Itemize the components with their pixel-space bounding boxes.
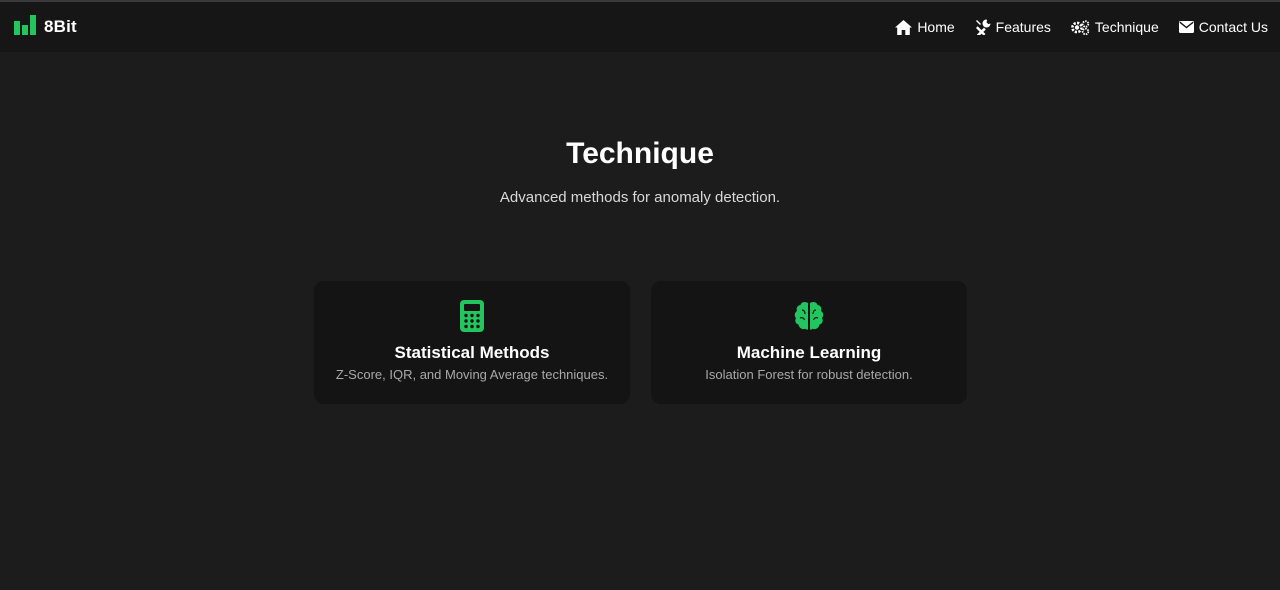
page-title: Technique — [566, 137, 714, 170]
page-subtitle: Advanced methods for anomaly detection. — [499, 189, 781, 206]
card-description: Z-Score, IQR, and Moving Average techniq… — [335, 367, 609, 382]
nav-link-technique[interactable]: Technique — [1071, 19, 1159, 35]
nav-link-label: Features — [995, 19, 1051, 35]
nav-link-features[interactable]: Features — [975, 19, 1051, 35]
nav-menu: Home Features Technique Contact Us — [895, 19, 1268, 35]
card-statistical-methods: Statistical Methods Z-Score, IQR, and Mo… — [314, 281, 630, 404]
nav-link-label: Home — [917, 19, 955, 35]
card-machine-learning: Machine Learning Isolation Forest for ro… — [651, 281, 967, 404]
brand-name: 8Bit — [44, 17, 77, 36]
card-title: Machine Learning — [736, 343, 882, 362]
brand-logo-link[interactable]: 8Bit — [14, 14, 77, 40]
nav-link-label: Contact Us — [1198, 19, 1268, 35]
tools-icon — [975, 19, 991, 35]
home-icon — [895, 19, 913, 35]
brain-icon — [793, 300, 825, 334]
bar-chart-icon — [14, 14, 36, 40]
card-description: Isolation Forest for robust detection. — [705, 367, 913, 382]
envelope-icon — [1178, 21, 1194, 33]
card-title: Statistical Methods — [394, 343, 550, 362]
nav-link-label: Technique — [1094, 19, 1159, 35]
nav-link-home[interactable]: Home — [895, 19, 955, 35]
nav-link-contact[interactable]: Contact Us — [1178, 19, 1268, 35]
gears-icon — [1071, 19, 1090, 35]
navbar: 8Bit Home Features Technique Contact Us — [0, 2, 1280, 52]
calculator-icon — [460, 300, 484, 334]
